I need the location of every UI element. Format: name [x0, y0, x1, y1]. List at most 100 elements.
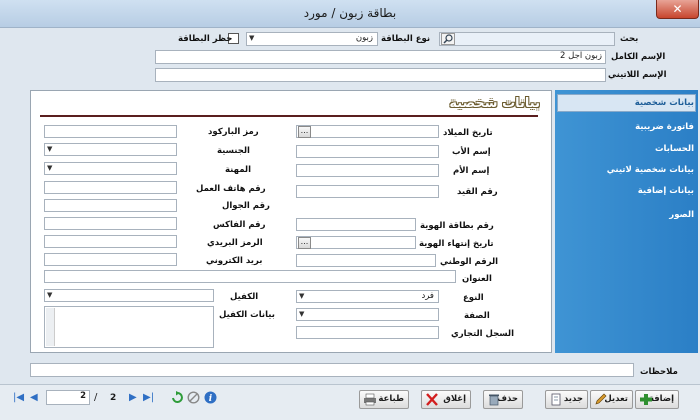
new-button-label: جديد: [563, 394, 583, 404]
barcode-input[interactable]: [44, 125, 177, 138]
nationality-select[interactable]: ▼: [44, 143, 177, 156]
nationality-label: الجنسية: [217, 146, 250, 156]
dob-label: تاريخ الميلاد: [443, 128, 493, 138]
full-name-input[interactable]: زبون اجل 2: [155, 50, 606, 64]
printer-icon: [364, 393, 376, 406]
tab-images[interactable]: الصور: [669, 210, 694, 220]
father-name-label: إسم الأب: [452, 147, 491, 157]
gender-label: النوع: [463, 293, 484, 303]
guarantor-data-label: بيانات الكفيل: [219, 310, 275, 320]
edit-button[interactable]: تعديل: [590, 390, 633, 409]
gender-value: فرد: [421, 291, 434, 301]
profession-label: المهنة: [225, 165, 252, 175]
section-heading: بيانات شخصية: [449, 96, 540, 111]
heading-divider: [40, 115, 538, 117]
fax-label: رقم الفاكس: [213, 220, 266, 230]
tab-latin-personal-data[interactable]: بيانات شخصية لاتيني: [607, 165, 694, 175]
commercial-register-input[interactable]: [296, 326, 439, 339]
work-phone-label: رقم هاتف العمل: [196, 184, 266, 194]
first-record-icon[interactable]: |◀: [13, 392, 24, 404]
info-icon[interactable]: i: [204, 391, 217, 408]
id-expiry-input[interactable]: [296, 236, 416, 249]
svg-text:i: i: [209, 394, 213, 404]
mobile-label: رقم الجوال: [222, 201, 270, 211]
new-button[interactable]: جديد: [545, 390, 588, 409]
card-type-select[interactable]: ▼ زبون: [246, 32, 378, 46]
window-title: بطاقة زبون / مورد: [303, 6, 397, 20]
mobile-input[interactable]: [44, 199, 177, 212]
red-x-icon: [426, 393, 438, 406]
chevron-down-icon: ▼: [249, 34, 255, 42]
postal-code-label: الرمز البريدي: [207, 238, 263, 248]
current-record-input[interactable]: 2: [46, 390, 90, 405]
national-number-label: الرقم الوطني: [440, 257, 499, 267]
address-label: العنوان: [462, 274, 492, 284]
plus-icon: [640, 394, 652, 405]
tab-tax-invoice[interactable]: فاتورة ضريبية: [635, 122, 694, 132]
next-record-icon[interactable]: ▶: [129, 392, 137, 404]
notes-label: ملاحظات: [640, 367, 678, 377]
id-number-label: رقم بطاقة الهوية: [420, 221, 494, 231]
national-number-input[interactable]: [296, 254, 436, 267]
chevron-down-icon: ▼: [47, 291, 53, 299]
ban-card-label: حظر البطاقة: [178, 34, 233, 44]
guarantor-label: الكفيل: [230, 292, 259, 302]
barcode-label: رمز الباركود: [208, 127, 259, 137]
chevron-down-icon: ▼: [299, 310, 305, 318]
id-expiry-label: تاريخ إنتهاء الهوية: [419, 239, 494, 249]
mother-name-input[interactable]: [296, 164, 439, 177]
id-number-input[interactable]: [296, 218, 416, 231]
textarea-scrollbar[interactable]: [46, 308, 55, 346]
profession-select[interactable]: ▼: [44, 162, 177, 175]
previous-record-icon[interactable]: ◀: [30, 392, 38, 404]
dob-input[interactable]: [296, 125, 439, 138]
notes-input[interactable]: [30, 363, 634, 377]
pager-total: 2: [110, 393, 117, 403]
full-name-label: الإسم الكامل: [611, 52, 666, 62]
guarantor-data-textarea[interactable]: [44, 306, 214, 348]
latin-name-label: الإسم اللاتيني: [608, 70, 667, 80]
mother-name-label: إسم الأم: [453, 166, 490, 176]
delete-button[interactable]: حذف: [483, 390, 523, 409]
registry-number-input[interactable]: [296, 185, 439, 198]
pager-separator: /: [94, 392, 98, 403]
add-button[interactable]: إضافة: [635, 390, 679, 409]
capacity-select[interactable]: ▼: [296, 308, 439, 321]
search-icon[interactable]: [441, 33, 455, 45]
registry-number-label: رقم القيد: [457, 187, 498, 197]
id-expiry-picker-button[interactable]: ...: [298, 237, 311, 249]
tab-accounts[interactable]: الحسابات: [655, 144, 694, 154]
chevron-down-icon: ▼: [299, 292, 305, 300]
latin-name-input[interactable]: [155, 68, 606, 82]
email-label: بريد الكتروني: [206, 256, 263, 266]
pencil-icon: [595, 393, 607, 405]
guarantor-select[interactable]: ▼: [44, 289, 214, 302]
tab-personal-data[interactable]: بيانات شخصية: [635, 98, 694, 108]
close-window-button[interactable]: ✕: [656, 0, 699, 19]
capacity-label: الصفة: [464, 311, 490, 321]
card-type-value: زبون: [355, 33, 373, 43]
commercial-register-label: السجل التجاري: [451, 329, 515, 339]
search-label: بحث: [620, 34, 639, 44]
last-record-icon[interactable]: ▶|: [143, 392, 154, 404]
postal-code-input[interactable]: [44, 235, 177, 248]
print-button[interactable]: طباعة: [359, 390, 409, 409]
cancel-circle-icon[interactable]: [187, 391, 200, 408]
tab-additional-data[interactable]: بيانات إضافية: [638, 186, 694, 196]
address-input[interactable]: [44, 270, 456, 283]
chevron-down-icon: ▼: [47, 164, 53, 172]
refresh-icon[interactable]: [171, 391, 184, 408]
email-input[interactable]: [44, 253, 177, 266]
father-name-input[interactable]: [296, 145, 439, 158]
fax-input[interactable]: [44, 217, 177, 230]
chevron-down-icon: ▼: [47, 145, 53, 153]
card-type-label: نوع البطاقة: [381, 34, 431, 44]
close-button[interactable]: إغلاق: [421, 390, 471, 409]
work-phone-input[interactable]: [44, 181, 177, 194]
close-button-label: إغلاق: [443, 394, 466, 404]
trash-icon: [489, 394, 499, 406]
search-input[interactable]: [439, 32, 615, 46]
new-document-icon: [551, 393, 561, 406]
gender-select[interactable]: ▼ فرد: [296, 290, 439, 303]
dob-picker-button[interactable]: ...: [298, 126, 311, 138]
